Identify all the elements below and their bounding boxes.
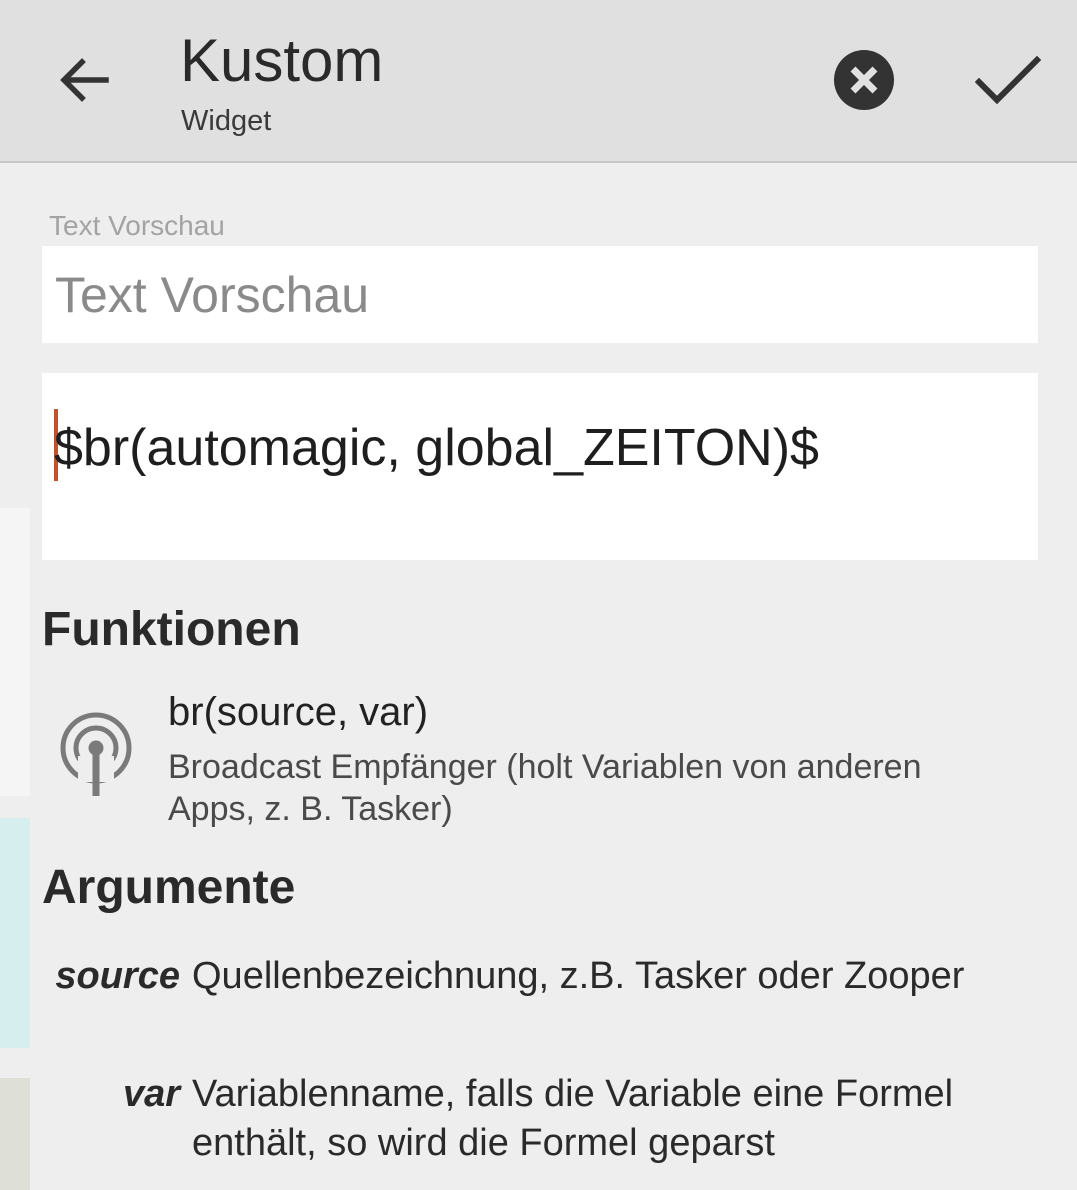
close-circle-icon xyxy=(834,50,894,110)
kustom-formula-editor-screen: Kustom Widget Text Vorschau Text Vorscha… xyxy=(0,0,1077,1190)
background-widget-edge xyxy=(0,818,30,1048)
argument-description: Quellenbezeichnung, z.B. Tasker oder Zoo… xyxy=(192,955,965,997)
functions-heading: Funktionen xyxy=(42,603,301,656)
app-bar: Kustom Widget xyxy=(0,0,1077,163)
confirm-button[interactable] xyxy=(970,44,1046,116)
background-widget-edge xyxy=(0,1078,30,1190)
function-description: Broadcast Empfänger (holt Variablen von … xyxy=(168,748,922,828)
background-widget-edge xyxy=(0,508,30,796)
text-preview-value: Text Vorschau xyxy=(55,266,370,323)
arguments-heading: Argumente xyxy=(42,861,296,914)
broadcast-antenna-icon xyxy=(60,712,132,796)
app-subtitle: Widget xyxy=(181,105,272,137)
checkmark-icon xyxy=(975,55,1041,105)
clear-formula-button[interactable] xyxy=(832,48,896,112)
arrow-back-icon xyxy=(60,58,109,102)
text-preview-box: Text Vorschau xyxy=(42,246,1038,343)
app-title: Kustom xyxy=(180,27,384,94)
function-name: br(source, var) xyxy=(168,690,429,734)
argument-name: source xyxy=(55,955,180,997)
argument-description: Variablenname, falls die Variable eine F… xyxy=(192,1073,954,1164)
back-button[interactable] xyxy=(48,44,120,116)
text-preview-label: Text Vorschau xyxy=(49,210,225,241)
formula-text[interactable]: $br(automagic, global_ZEITON)$ xyxy=(54,417,819,479)
argument-name: var xyxy=(122,1073,180,1115)
function-item-br[interactable]: br(source, var) Broadcast Empfänger (hol… xyxy=(42,688,1038,834)
formula-input[interactable]: $br(automagic, global_ZEITON)$ xyxy=(42,373,1038,560)
